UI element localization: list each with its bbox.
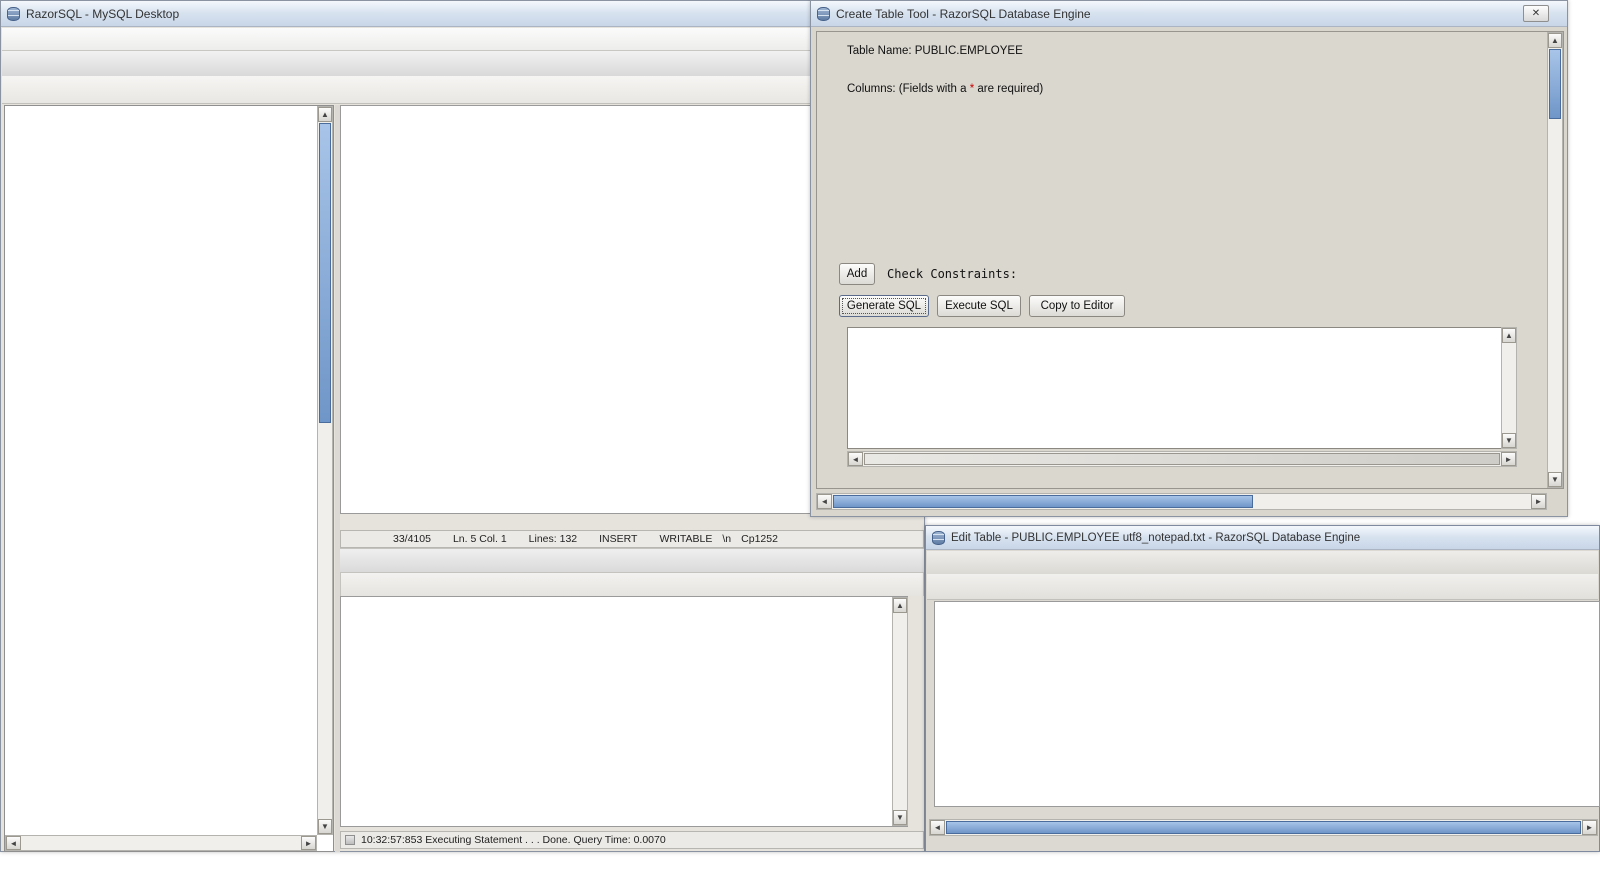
main-toolbar	[2, 76, 923, 104]
scroll-left-arrow[interactable]: ◄	[6, 836, 21, 850]
copy-to-editor-button[interactable]: Copy to Editor	[1029, 295, 1125, 317]
edit-table-title-bar[interactable]: Edit Table - PUBLIC.EMPLOYEE utf8_notepa…	[926, 526, 1599, 550]
close-icon[interactable]: ✕	[1523, 5, 1549, 22]
line-count: Lines: 132	[528, 533, 578, 545]
editor-status-bar: 33/4105 Ln. 5 Col. 1 Lines: 132 INSERT W…	[340, 530, 924, 548]
window-hscroll-thumb[interactable]	[833, 495, 1253, 508]
edit-table-horizontal-scrollbar[interactable]: ◄ ►	[929, 819, 1598, 836]
results-tabs	[340, 548, 924, 572]
database-tree-panel: ▲ ▼ ◄ ►	[4, 105, 334, 852]
desktop: RazorSQL - MySQL Desktop ▲ ▼ ◄ ► ▲ ▼ ◄	[0, 0, 1600, 882]
insert-mode: INSERT	[599, 533, 638, 545]
main-title-bar[interactable]: RazorSQL - MySQL Desktop	[1, 1, 924, 27]
results-table-panel	[340, 596, 908, 827]
columns-required-label: Columns: (Fields with a * are required)	[847, 83, 1044, 95]
razorsql-app-icon	[817, 6, 830, 21]
query-status-text: 10:32:57:853 Executing Statement . . . D…	[361, 834, 666, 846]
edit-table-tabs	[927, 551, 1598, 574]
edit-hscroll-thumb[interactable]	[946, 821, 1581, 834]
table-name-label: Table Name: PUBLIC.EMPLOYEE	[847, 45, 1023, 57]
scroll-down-arrow[interactable]: ▼	[318, 819, 332, 834]
menu-bar	[2, 28, 923, 51]
create-table-title-bar[interactable]: Create Table Tool - RazorSQL Database En…	[811, 1, 1567, 27]
encoding: Cp1252	[741, 533, 778, 545]
edit-table-window: Edit Table - PUBLIC.EMPLOYEE utf8_notepa…	[925, 525, 1600, 852]
razorsql-app-icon	[7, 6, 20, 21]
window-horizontal-scrollbar[interactable]: ◄ ►	[816, 493, 1547, 510]
scroll-up-arrow[interactable]: ▲	[1548, 33, 1562, 48]
content-scroll-thumb[interactable]	[1549, 49, 1561, 119]
create-table-window: Create Table Tool - RazorSQL Database En…	[810, 0, 1568, 517]
generated-sql-textarea[interactable]	[847, 327, 1517, 449]
scroll-left-arrow[interactable]: ◄	[817, 494, 832, 509]
scroll-up-arrow[interactable]: ▲	[893, 598, 907, 613]
database-tree	[5, 106, 316, 834]
razorsql-app-icon	[932, 530, 945, 545]
edit-table-panel	[934, 601, 1600, 807]
scroll-left-arrow[interactable]: ◄	[930, 820, 945, 835]
scroll-up-arrow[interactable]: ▲	[1502, 328, 1516, 343]
edit-table-title: Edit Table - PUBLIC.EMPLOYEE utf8_notepa…	[951, 531, 1361, 544]
scroll-down-arrow[interactable]: ▼	[1502, 433, 1516, 448]
scroll-left-arrow[interactable]: ◄	[848, 452, 863, 466]
status-icon	[345, 835, 355, 845]
create-table-title: Create Table Tool - RazorSQL Database En…	[836, 6, 1091, 21]
writable-status: WRITABLE	[659, 533, 713, 545]
generate-sql-button[interactable]: Generate SQL	[839, 295, 929, 317]
edit-table-toolbar	[927, 574, 1598, 600]
sql-vertical-scrollbar[interactable]: ▲ ▼	[1501, 327, 1517, 449]
query-status-bar: 10:32:57:853 Executing Statement . . . D…	[340, 831, 924, 849]
check-constraints-label: Check Constraints:	[887, 267, 1018, 281]
tree-horizontal-scrollbar[interactable]: ◄ ►	[5, 835, 317, 851]
results-toolbar	[340, 572, 924, 596]
scroll-down-arrow[interactable]: ▼	[1548, 472, 1562, 487]
add-column-button[interactable]: Add	[839, 263, 875, 285]
tree-vertical-scrollbar[interactable]: ▲ ▼	[317, 106, 333, 835]
scroll-down-arrow[interactable]: ▼	[893, 810, 907, 825]
execute-sql-button[interactable]: Execute SQL	[937, 295, 1021, 317]
scroll-right-arrow[interactable]: ►	[1531, 494, 1546, 509]
scroll-right-arrow[interactable]: ►	[1582, 820, 1597, 835]
content-vertical-scrollbar[interactable]: ▲ ▼	[1547, 32, 1563, 488]
tree-scroll-thumb[interactable]	[319, 123, 331, 423]
sql-hscroll-thumb[interactable]	[864, 453, 1500, 465]
scroll-up-arrow[interactable]: ▲	[318, 107, 332, 122]
main-window-title: RazorSQL - MySQL Desktop	[26, 6, 180, 21]
sql-horizontal-scrollbar[interactable]: ◄ ►	[847, 451, 1517, 467]
scroll-right-arrow[interactable]: ►	[301, 836, 316, 850]
scroll-right-arrow[interactable]: ►	[1501, 452, 1516, 466]
connection-tabs	[2, 51, 923, 76]
cursor-position: 33/4105	[393, 533, 431, 545]
newline-type: \n	[722, 533, 732, 545]
line-column: Ln. 5 Col. 1	[452, 533, 507, 545]
main-window: RazorSQL - MySQL Desktop ▲ ▼ ◄ ► ▲ ▼ ◄	[0, 0, 925, 852]
results-vertical-scrollbar[interactable]: ▲ ▼	[892, 597, 908, 826]
